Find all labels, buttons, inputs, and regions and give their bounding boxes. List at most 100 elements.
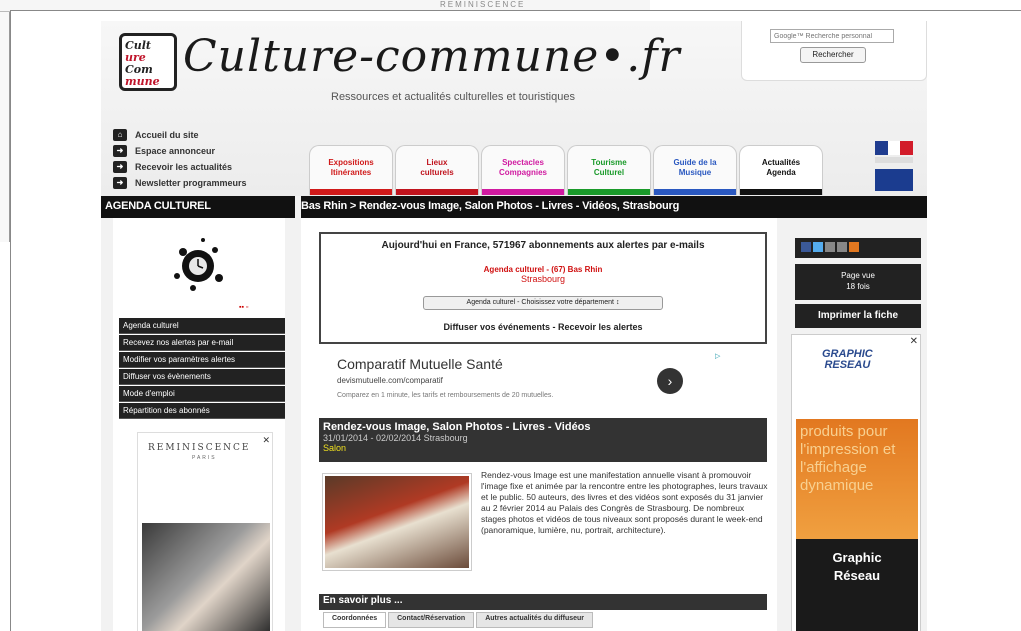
- page-view-count: 18 fois: [846, 282, 870, 291]
- logo-badge-line: mune: [125, 75, 160, 88]
- tab-label: Agenda: [766, 168, 796, 177]
- event-date: 31/01/2014 - 02/02/2014 Strasbourg: [323, 433, 468, 443]
- arrow-icon: ➜: [113, 145, 127, 157]
- event-photo[interactable]: [323, 474, 471, 570]
- close-icon[interactable]: ✕: [910, 336, 918, 347]
- ad-brand: REMINISCENCE: [148, 443, 251, 453]
- section-title: AGENDA CULTUREL: [105, 200, 211, 212]
- main-content: Aujourd'hui en France, 571967 abonnement…: [301, 218, 777, 631]
- close-icon[interactable]: ✕: [262, 435, 270, 446]
- menu-item-agenda[interactable]: Agenda culturel: [119, 318, 285, 334]
- ministry-logo-icon[interactable]: [875, 169, 913, 191]
- event-type: Salon: [323, 443, 347, 453]
- quick-link-advertiser[interactable]: ➜ Espace annonceur: [113, 143, 247, 159]
- quick-link-label: Newsletter programmeurs: [135, 178, 247, 188]
- tab-tourisme[interactable]: Tourisme Culturel: [567, 145, 651, 195]
- twitter-icon[interactable]: [813, 242, 823, 252]
- site-tagline: Ressources et actualités culturelles et …: [331, 91, 575, 103]
- quick-link-home[interactable]: ⌂ Accueil du site: [113, 127, 247, 143]
- search-input[interactable]: [770, 29, 894, 43]
- info-tabs: Coordonnées Contact/Réservation Autres a…: [323, 612, 595, 628]
- tab-label: Musique: [678, 168, 712, 177]
- quick-links: ⌂ Accueil du site ➜ Espace annonceur ➜ R…: [113, 127, 247, 191]
- tab-label: Actualités: [761, 158, 801, 167]
- search-box: Rechercher: [741, 21, 927, 81]
- alert-agenda[interactable]: Agenda culturel - (67) Bas Rhin: [321, 265, 765, 274]
- main-tabs: Expositions Itinérantes Lieux culturels Sp…: [309, 145, 825, 195]
- page-view-counter: Page vue 18 fois: [795, 264, 921, 300]
- quick-link-label: Espace annonceur: [135, 146, 216, 156]
- tab-label: Spectacles: [502, 158, 544, 167]
- flag-caption: [875, 157, 913, 163]
- print-button[interactable]: Imprimer la fiche: [795, 304, 921, 328]
- mail-icon[interactable]: [825, 242, 835, 252]
- tab-label: Expositions: [328, 158, 374, 167]
- tab-coordonnees[interactable]: Coordonnées: [323, 612, 387, 628]
- ad-photo: [142, 523, 270, 631]
- tab-contact[interactable]: Contact/Réservation: [388, 612, 475, 628]
- menu-item-howto[interactable]: Mode d'emploi: [119, 386, 285, 402]
- left-sidebar: ▪▪ ▫ Agenda culturel Recevez nos alertes…: [113, 218, 285, 631]
- alert-city[interactable]: Strasbourg: [321, 274, 765, 284]
- tab-lieux[interactable]: Lieux culturels: [395, 145, 479, 195]
- tab-musique[interactable]: Guide de la Musique: [653, 145, 737, 195]
- menu-item-settings[interactable]: Modifier vos paramètres alertes: [119, 352, 285, 368]
- site-title[interactable]: Culture-commune•.fr: [183, 31, 681, 82]
- mutuelle-ad[interactable]: Comparatif Mutuelle Santé devismutuelle.…: [337, 352, 737, 408]
- agenda-splash-icon: [174, 238, 223, 291]
- search-button[interactable]: Rechercher: [800, 47, 866, 63]
- social-share-bar: [795, 238, 921, 258]
- section-bar: AGENDA CULTUREL Bas Rhin > Rendez-vous I…: [101, 196, 927, 218]
- adchoices-icon[interactable]: ▷: [715, 352, 720, 360]
- logo-badge[interactable]: Cult ure Com mune: [119, 33, 177, 91]
- facebook-icon[interactable]: [801, 242, 811, 252]
- arrow-icon: ➜: [113, 177, 127, 189]
- language-flags-icon[interactable]: ▪▪ ▫: [239, 304, 248, 311]
- ad-logo: GRAPHIC RESEAU: [822, 349, 873, 371]
- home-icon: ⌂: [113, 129, 127, 141]
- quick-link-news[interactable]: ➜ Recevoir les actualités: [113, 159, 247, 175]
- event-title: Rendez-vous Image, Salon Photos - Livres…: [323, 421, 591, 433]
- tab-label: Compagnies: [498, 168, 547, 177]
- tab-label: Lieux: [426, 158, 448, 167]
- tab-other-news[interactable]: Autres actualités du diffuseur: [476, 612, 593, 628]
- background-ad-text: REMINISCENCE: [440, 0, 526, 9]
- tab-label: Itinérantes: [330, 168, 372, 177]
- ad-city: PARIS: [192, 455, 217, 461]
- tab-label: Tourisme: [591, 158, 627, 167]
- chevron-right-icon[interactable]: ›: [657, 368, 683, 394]
- graphic-reseau-ad[interactable]: ✕ GRAPHIC RESEAU produits pour l'impress…: [791, 334, 921, 631]
- menu-item-publish[interactable]: Diffuser vos évènements: [119, 369, 285, 385]
- quick-link-newsletter[interactable]: ➜ Newsletter programmeurs: [113, 175, 247, 191]
- site-header: Cult ure Com mune Culture-commune•.fr Re…: [101, 21, 927, 196]
- menu-item-subscribers[interactable]: Répartition des abonnés: [119, 403, 285, 419]
- reminiscence-ad[interactable]: ✕ REMINISCENCE PARIS: [137, 432, 273, 631]
- breadcrumb[interactable]: Bas Rhin > Rendez-vous Image, Salon Phot…: [301, 200, 679, 212]
- page-view-label: Page vue: [841, 271, 875, 280]
- menu-item-alerts[interactable]: Recevez nos alertes par e-mail: [119, 335, 285, 351]
- site-page: Cult ure Com mune Culture-commune•.fr Re…: [101, 21, 927, 631]
- ad-description: Comparez en 1 minute, les tarifs et remb…: [337, 392, 554, 399]
- quick-link-label: Recevoir les actualités: [135, 162, 233, 172]
- alert-actions-link[interactable]: Diffuser vos événements - Recevoir les a…: [321, 322, 765, 332]
- tab-label: Guide de la: [673, 158, 717, 167]
- event-header: Rendez-vous Image, Salon Photos - Livres…: [319, 418, 767, 462]
- plus-icon[interactable]: [849, 242, 859, 252]
- tab-spectacles[interactable]: Spectacles Compagnies: [481, 145, 565, 195]
- print-icon[interactable]: [837, 242, 847, 252]
- department-select[interactable]: Agenda culturel - Choisissez votre dépar…: [423, 296, 663, 310]
- alert-title: Aujourd'hui en France, 571967 abonnement…: [381, 240, 705, 251]
- alert-box: Aujourd'hui en France, 571967 abonnement…: [319, 232, 767, 344]
- right-sidebar: Page vue 18 fois Imprimer la fiche ✕ GRA…: [783, 218, 927, 631]
- tab-actualites[interactable]: Actualités Agenda: [739, 145, 823, 195]
- ad-slogan: produits pour l'impression et l'affichag…: [796, 419, 918, 539]
- tab-label: Culturel: [593, 168, 625, 177]
- ad-brand-line: Réseau: [833, 568, 881, 583]
- ad-title[interactable]: Comparatif Mutuelle Santé: [337, 356, 503, 372]
- background-window-edge: [0, 12, 10, 242]
- ad-brand-block: Graphic Réseau: [796, 539, 918, 631]
- ad-brand-line: Graphic: [832, 550, 882, 565]
- ad-url[interactable]: devismutuelle.com/comparatif: [337, 376, 443, 385]
- tab-label: culturels: [420, 168, 454, 177]
- tab-expositions[interactable]: Expositions Itinérantes: [309, 145, 393, 195]
